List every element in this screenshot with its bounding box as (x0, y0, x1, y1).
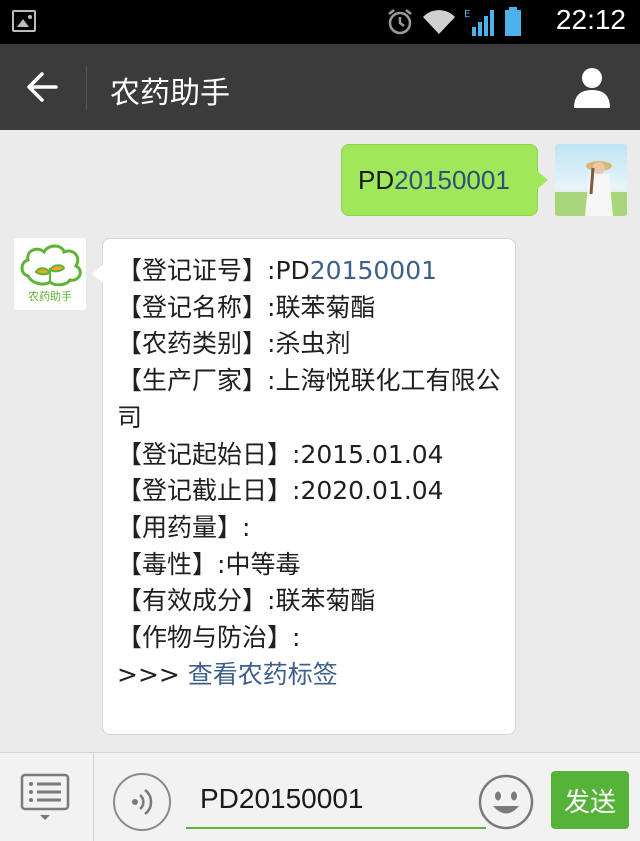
alarm-icon (388, 9, 412, 35)
info-line-start-date: 【登记起始日】:2015.01.04 (117, 439, 444, 469)
chat-area: PD 20150001 农药助手 【登记证号】:PD20150001 【登记名称… (0, 130, 640, 752)
reg-number-value: 20150001 (309, 256, 438, 285)
status-icons: E (386, 6, 522, 38)
voice-icon (132, 789, 153, 815)
info-line-toxicity: 【毒性】:中等毒 (117, 549, 301, 579)
info-line-reg-name: 【登记名称】:联苯菊酯 (117, 292, 376, 322)
message-input[interactable]: PD20150001 (186, 773, 486, 829)
emoji-icon[interactable] (477, 773, 535, 831)
status-bar: E 22:12 (0, 0, 640, 44)
info-line-reg-number: 【登记证号】:PD20150001 (117, 256, 438, 285)
title-bar: 农药助手 (0, 44, 640, 130)
more-prefix: >>> (117, 659, 180, 689)
info-line-category: 【农药类别】:杀虫剂 (117, 329, 351, 359)
info-line-manufacturer: 【生产厂家】:上海悦联化工有限公司 (117, 366, 501, 432)
page-title: 农药助手 (110, 76, 230, 111)
info-line-ingredient: 【有效成分】:联苯菊酯 (117, 586, 376, 616)
voice-button[interactable] (113, 773, 171, 831)
info-line-end-date: 【登记截止日】:2020.01.04 (117, 476, 444, 506)
view-label-row: >>> 查看农药标签 (117, 657, 505, 694)
image-icon (12, 10, 36, 32)
outgoing-message-bubble[interactable]: PD 20150001 (341, 144, 548, 216)
incoming-message-bubble[interactable]: 【登记证号】:PD20150001 【登记名称】:联苯菊酯 【农药类别】:杀虫剂… (92, 238, 516, 735)
outgoing-number: 20150001 (394, 164, 510, 195)
view-label-link[interactable]: 查看农药标签 (188, 660, 338, 689)
bot-avatar[interactable]: 农药助手 (14, 238, 86, 310)
send-button[interactable]: 发送 (551, 771, 629, 829)
clock-time: 22:12 (555, 4, 626, 35)
input-separator (93, 753, 94, 841)
svg-text:E: E (464, 9, 470, 20)
user-avatar-image (555, 144, 627, 216)
bot-logo-icon: 农药助手 (20, 244, 82, 303)
menu-list-icon[interactable] (16, 773, 74, 821)
wifi-icon (423, 10, 455, 35)
info-line-dosage: 【用药量】: (117, 512, 251, 542)
signal-icon: E (464, 9, 494, 36)
user-avatar[interactable] (555, 144, 627, 216)
info-line-crops: 【作物与防治】: (117, 623, 301, 653)
back-arrow-icon[interactable] (22, 66, 64, 108)
battery-icon (505, 7, 521, 36)
title-divider (86, 66, 87, 110)
profile-icon[interactable] (572, 66, 612, 108)
bot-logo-text: 农药助手 (28, 289, 72, 303)
outgoing-prefix: PD (358, 164, 395, 195)
input-bar: PD20150001 发送 (0, 752, 640, 841)
